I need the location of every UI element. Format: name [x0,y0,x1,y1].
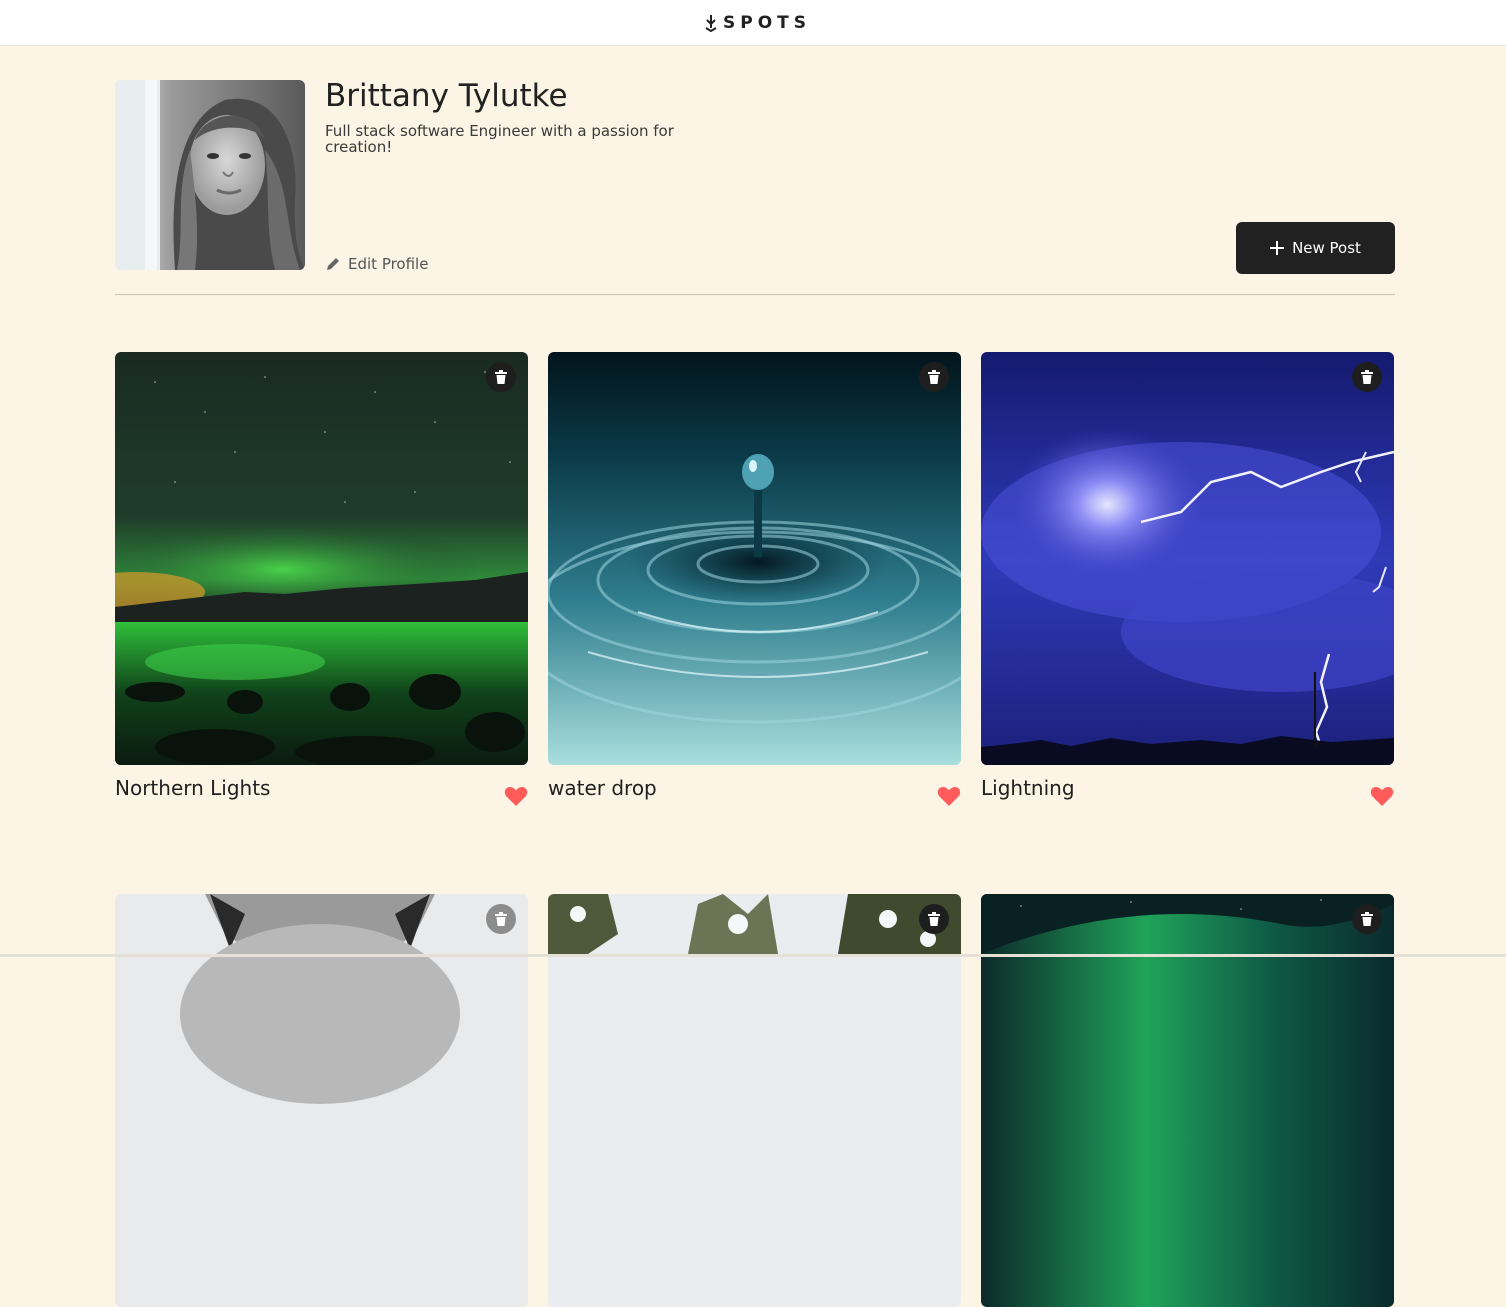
card-title: Lightning [981,776,1075,800]
heart-icon [937,787,961,806]
profile-name: Brittany Tylutke [325,78,568,114]
profile-section: Brittany Tylutke Full stack software Eng… [115,78,1395,280]
trash-icon [495,370,507,384]
delete-button[interactable] [1352,904,1382,934]
delete-button[interactable] [919,362,949,392]
top-bar: SPOTS [0,0,1506,46]
delete-button[interactable] [919,904,949,934]
card: Lightning [981,352,1394,825]
trash-icon [1361,370,1373,384]
edit-profile-button[interactable]: Edit Profile [325,255,428,273]
new-post-label: New Post [1292,239,1361,257]
like-button[interactable] [1370,785,1394,810]
card-footer: Lightning [981,765,1394,825]
trash-icon [928,370,940,384]
card: Northern Lights [115,352,528,825]
heart-icon [504,787,528,806]
card-footer: water drop [548,765,961,825]
delete-button[interactable] [486,904,516,934]
card-image[interactable] [115,352,528,765]
new-post-button[interactable]: New Post [1236,222,1395,274]
like-button[interactable] [937,785,961,810]
edit-profile-label: Edit Profile [348,255,429,273]
trash-icon [495,912,507,926]
card-footer: Northern Lights [115,765,528,825]
pencil-icon [327,258,339,270]
card-title: water drop [548,776,657,800]
profile-bio: Full stack software Engineer with a pass… [325,122,674,156]
logo[interactable]: SPOTS [705,13,811,33]
logo-text: SPOTS [723,12,811,33]
card-image[interactable] [981,352,1394,765]
trash-icon [928,912,940,926]
heart-icon [1370,787,1394,806]
like-button[interactable] [504,785,528,810]
delete-button[interactable] [1352,362,1382,392]
trash-icon [1361,912,1373,926]
avatar [115,80,305,270]
arrow-down-icon [705,14,717,32]
card-image[interactable] [548,352,961,765]
delete-button[interactable] [486,362,516,392]
plus-icon [1270,241,1285,255]
card: water drop [548,352,961,825]
card-title: Northern Lights [115,776,271,800]
divider [115,294,1395,295]
